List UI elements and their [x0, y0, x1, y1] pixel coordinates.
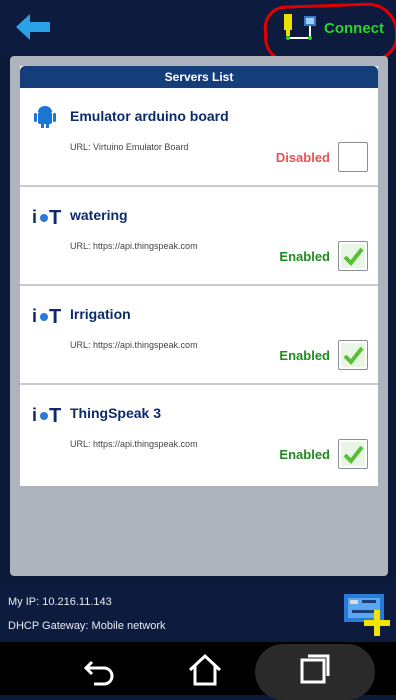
- servers-panel: Servers List Emulator arduino board URL:…: [10, 56, 388, 576]
- status-label: Enabled: [279, 348, 330, 363]
- gateway-text: DHCP Gateway: Mobile network: [8, 620, 166, 632]
- status-label: Disabled: [275, 150, 330, 165]
- add-board-icon[interactable]: [340, 586, 394, 638]
- android-icon: [34, 106, 56, 128]
- check-icon: [341, 343, 365, 367]
- server-url: URL: https://api.thingspeak.com: [70, 439, 198, 449]
- servers-list-title: Servers List: [20, 66, 378, 88]
- check-icon: [341, 442, 365, 466]
- iot-icon: i T: [32, 405, 61, 425]
- back-arrow-icon[interactable]: [16, 14, 50, 40]
- enable-checkbox[interactable]: [338, 142, 368, 172]
- server-name: watering: [70, 207, 128, 223]
- recent-apps-icon[interactable]: [296, 650, 334, 688]
- connect-button[interactable]: Connect: [263, 1, 396, 65]
- svg-text:i: i: [32, 306, 37, 326]
- svg-text:T: T: [49, 306, 61, 326]
- svg-text:i: i: [32, 405, 37, 425]
- home-icon[interactable]: [186, 650, 224, 688]
- check-icon: [341, 244, 365, 268]
- server-item-thingspeak-3[interactable]: i T ThingSpeak 3 URL: https://api.things…: [20, 385, 378, 482]
- network-connect-icon: [284, 14, 316, 40]
- top-bar: Connect: [0, 0, 396, 65]
- status-label: Enabled: [279, 447, 330, 462]
- servers-list: Servers List Emulator arduino board URL:…: [20, 66, 378, 486]
- my-ip-text: My IP: 10.216.11.143: [8, 596, 112, 608]
- server-name: Irrigation: [70, 306, 131, 322]
- svg-text:i: i: [32, 207, 37, 227]
- back-icon[interactable]: [80, 650, 118, 688]
- enable-checkbox[interactable]: [338, 340, 368, 370]
- server-item-irrigation[interactable]: i T Irrigation URL: https://api.thingspe…: [20, 286, 378, 385]
- connect-label: Connect: [324, 20, 384, 37]
- status-label: Enabled: [279, 249, 330, 264]
- server-item-watering[interactable]: i T watering URL: https://api.thingspeak…: [20, 187, 378, 286]
- system-nav-bar: [0, 642, 396, 700]
- enable-checkbox[interactable]: [338, 241, 368, 271]
- iot-icon: i T: [32, 207, 61, 227]
- iot-icon: i T: [32, 306, 61, 326]
- server-url: URL: Virtuino Emulator Board: [70, 142, 189, 152]
- server-url: URL: https://api.thingspeak.com: [70, 340, 198, 350]
- svg-text:T: T: [49, 207, 61, 227]
- server-name: Emulator arduino board: [70, 108, 229, 124]
- server-item-emulator[interactable]: Emulator arduino board URL: Virtuino Emu…: [20, 88, 378, 187]
- network-info-bar: My IP: 10.216.11.143 DHCP Gateway: Mobil…: [0, 580, 396, 642]
- server-name: ThingSpeak 3: [70, 405, 162, 421]
- svg-text:T: T: [49, 405, 61, 425]
- server-url: URL: https://api.thingspeak.com: [70, 241, 198, 251]
- enable-checkbox[interactable]: [338, 439, 368, 469]
